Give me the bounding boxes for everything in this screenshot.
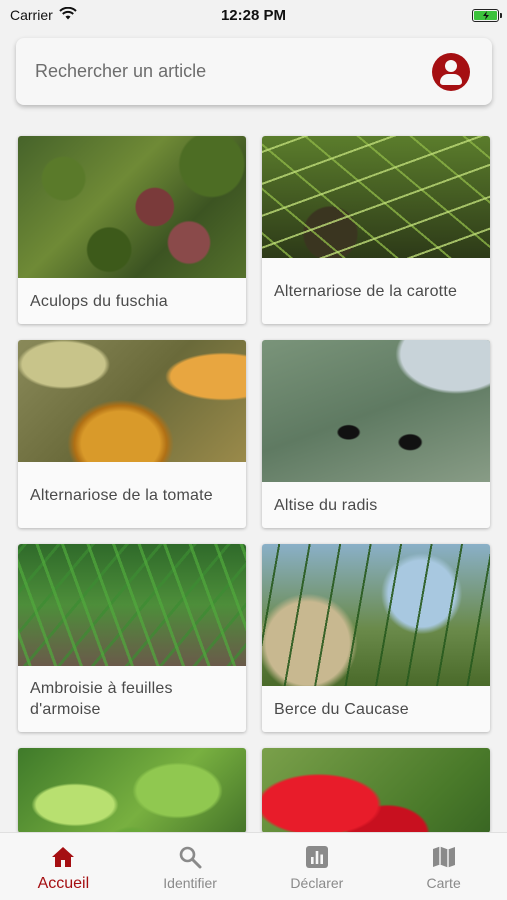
tab-identifier[interactable]: Identifier	[127, 833, 254, 900]
search-input[interactable]: Rechercher un article	[35, 61, 206, 82]
article-image	[18, 748, 246, 833]
article-card-aculops[interactable]: Aculops du fuschia	[18, 136, 246, 324]
account-circle-icon[interactable]	[432, 52, 470, 91]
tab-carte[interactable]: Carte	[380, 833, 507, 900]
article-card-berce[interactable]: Berce du Caucase	[262, 544, 490, 732]
search-bar[interactable]: Rechercher un article	[16, 38, 492, 105]
map-icon	[431, 844, 457, 870]
article-title: Alternariose de la carotte	[274, 282, 458, 300]
article-image	[18, 544, 246, 666]
tab-label: Identifier	[163, 875, 217, 891]
article-title: Ambroisie à feuilles d'armoise	[30, 680, 173, 718]
article-card-tomate[interactable]: Alternariose de la tomate	[18, 340, 246, 528]
article-title: Berce du Caucase	[274, 700, 409, 718]
status-bar: Carrier 12:28 PM	[0, 0, 507, 30]
home-icon	[50, 844, 76, 870]
battery-icon	[472, 8, 502, 22]
article-card-altise[interactable]: Altise du radis	[262, 340, 490, 528]
carrier-label: Carrier	[10, 7, 53, 23]
article-image	[262, 748, 490, 833]
article-title: Aculops du fuschia	[30, 292, 168, 310]
article-image	[262, 544, 490, 686]
article-image	[262, 136, 490, 258]
article-title: Altise du radis	[274, 496, 378, 514]
article-image	[18, 136, 246, 278]
search-icon	[177, 844, 203, 870]
tab-label: Accueil	[37, 875, 90, 892]
tab-declarer[interactable]: Déclarer	[254, 833, 381, 900]
wifi-icon	[59, 6, 77, 23]
tab-accueil[interactable]: Accueil	[0, 833, 127, 900]
article-card-partial[interactable]	[18, 748, 246, 833]
tab-bar: Accueil Identifier Déclarer Carte	[0, 832, 507, 900]
status-left: Carrier	[10, 6, 77, 23]
article-image	[18, 340, 246, 462]
article-card-carotte[interactable]: Alternariose de la carotte	[262, 136, 490, 324]
article-title: Alternariose de la tomate	[30, 486, 213, 504]
article-card-partial[interactable]	[262, 748, 490, 833]
tab-label: Carte	[426, 875, 461, 891]
article-grid: Aculops du fuschia Alternariose de la ca…	[18, 136, 490, 833]
tab-label: Déclarer	[290, 875, 344, 891]
article-card-ambroisie[interactable]: Ambroisie à feuilles d'armoise	[18, 544, 246, 732]
bar-chart-icon	[304, 844, 330, 870]
article-image	[262, 340, 490, 482]
